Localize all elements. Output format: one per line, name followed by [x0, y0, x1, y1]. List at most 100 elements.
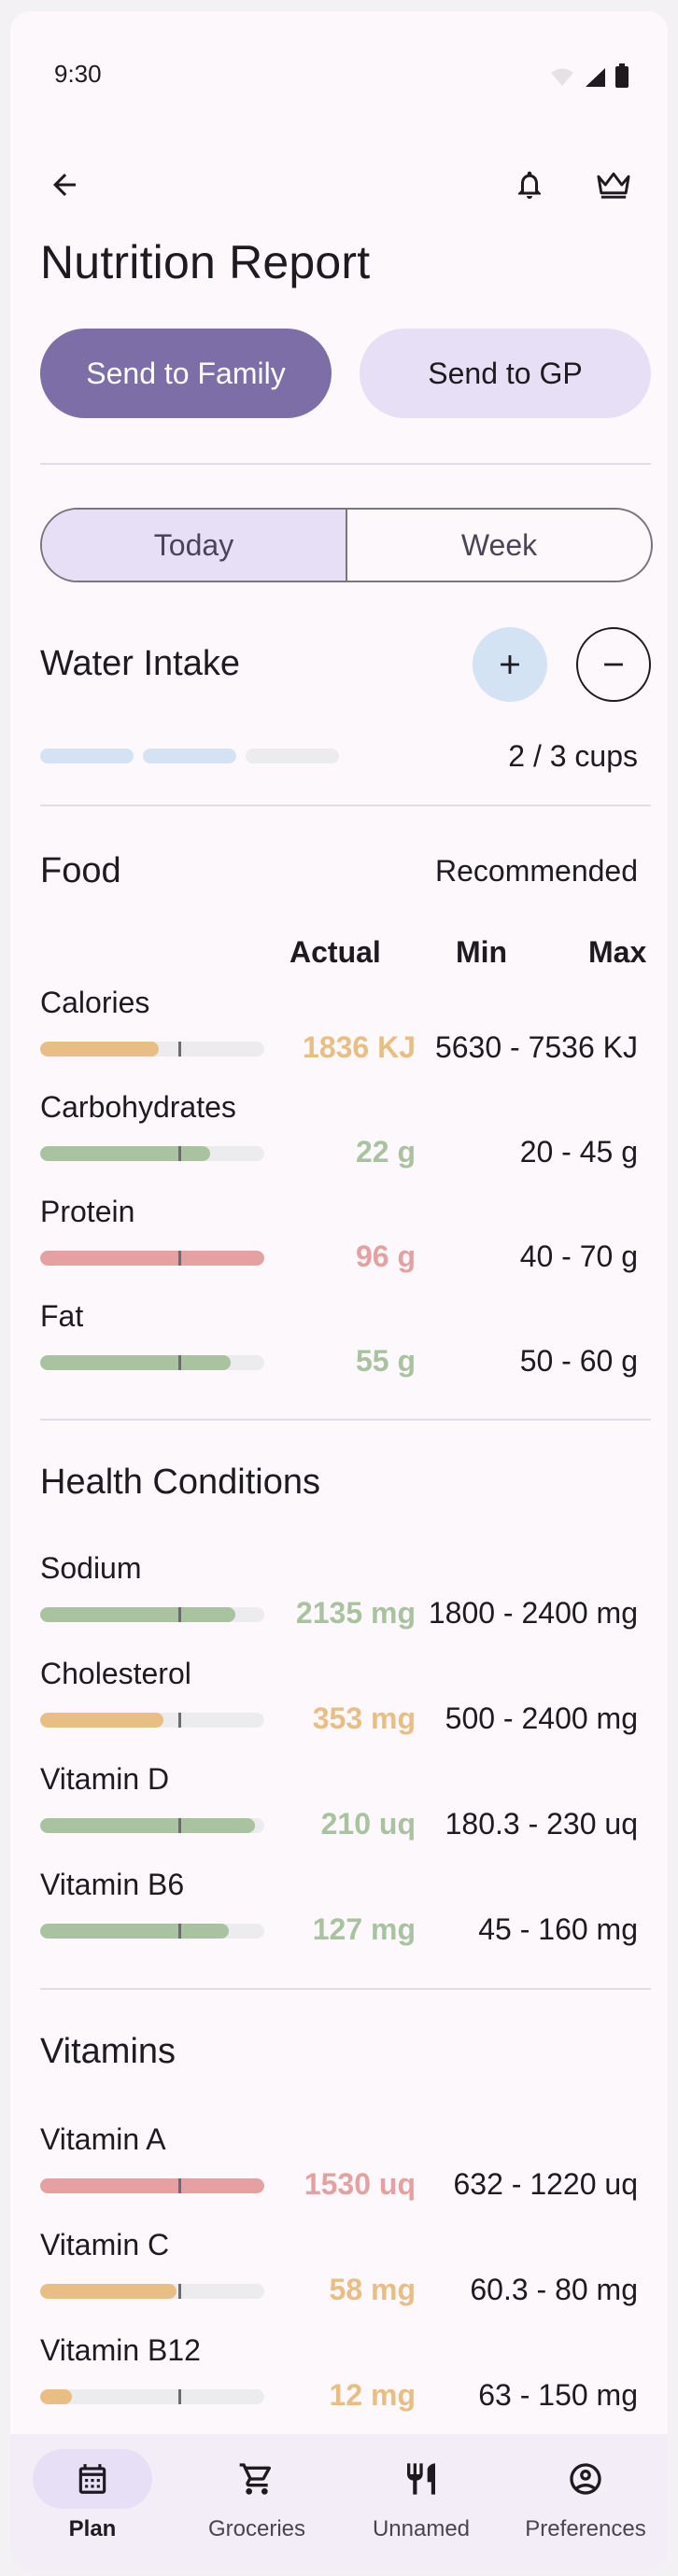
water-intake-value: 2 / 3 cups: [508, 739, 638, 773]
bell-icon: [518, 171, 541, 199]
nutrient-progress-bar: [40, 2389, 264, 2404]
nav-groceries-indicator: [197, 2449, 317, 2509]
nutrient-label: Sodium: [40, 1551, 142, 1585]
nutrient-progress-bar: [40, 1251, 264, 1266]
nutrient-label: Calories: [40, 986, 150, 1019]
divider: [40, 805, 651, 806]
nutrient-recommended-range: 632 - 1220 uq: [453, 2167, 639, 2201]
nutrient-recommended-range: 180.3 - 230 uq: [445, 1807, 638, 1841]
nutrient-label: Vitamin A: [40, 2122, 166, 2156]
nutrient-label: Vitamin D: [40, 1762, 170, 1796]
actual-column-header: Actual: [290, 935, 381, 969]
nutrient-label: Vitamin C: [40, 2228, 170, 2261]
nutrient-recommended-range: 500 - 2400 mg: [445, 1701, 638, 1735]
nutrient-progress-fill: [40, 2389, 72, 2404]
nutrient-actual-value: 55 g: [355, 1344, 416, 1378]
nutrient-actual-value: 1530 uq: [304, 2167, 416, 2201]
nutrient-recommended-range: 63 - 150 mg: [478, 2378, 638, 2412]
nutrient-recommended-range: 50 - 60 g: [519, 1344, 638, 1378]
bottom-navigation: Plan Groceries Unnamed Preferences: [10, 2434, 668, 2570]
recommended-marker: [178, 1042, 181, 1057]
status-time: 9:30: [54, 60, 102, 88]
recommended-marker: [178, 1818, 181, 1833]
account-circle-icon: [570, 2463, 601, 2495]
nutrient-progress-bar: [40, 1713, 264, 1728]
nutrient-progress-fill: [40, 1713, 163, 1728]
divider: [40, 463, 651, 465]
recommended-marker: [178, 2389, 181, 2404]
add-water-button[interactable]: [473, 627, 547, 702]
nutrient-progress-bar: [40, 1042, 264, 1057]
nav-unnamed[interactable]: Unnamed: [339, 2449, 503, 2561]
nutrient-progress-fill: [40, 1607, 235, 1622]
status-icons: [550, 63, 629, 88]
cellular-icon: [586, 68, 605, 87]
nutrient-label: Fat: [40, 1299, 84, 1333]
divider: [40, 1419, 651, 1421]
nutrient-progress-bar: [40, 1355, 264, 1370]
tab-today[interactable]: Today: [42, 510, 347, 581]
nutrient-progress-fill: [40, 2178, 264, 2193]
recommended-marker: [178, 2178, 181, 2193]
water-cup-segment: [143, 749, 236, 763]
premium-button[interactable]: [589, 161, 638, 209]
cart-icon: [239, 2463, 272, 2495]
nav-groceries[interactable]: Groceries: [175, 2449, 339, 2561]
vitamins-title: Vitamins: [40, 2032, 177, 2071]
recommended-marker: [178, 1713, 181, 1728]
nutrient-recommended-range: 20 - 45 g: [519, 1135, 638, 1169]
nutrient-progress-bar: [40, 1146, 264, 1161]
back-button[interactable]: [40, 161, 89, 209]
app-screen: 9:30 Nutrition Report Send to Family Sen…: [10, 11, 668, 2570]
nav-plan-indicator: [33, 2449, 152, 2509]
nutrient-recommended-range: 45 - 160 mg: [478, 1912, 638, 1946]
remove-water-button[interactable]: [576, 627, 651, 702]
nutrient-progress-fill: [40, 1042, 159, 1057]
restaurant-icon: [407, 2463, 435, 2495]
nutrient-progress-bar: [40, 2178, 264, 2193]
nutrient-actual-value: 12 mg: [329, 2378, 416, 2412]
arrow-back-icon: [53, 174, 76, 196]
nutrient-recommended-range: 5630 - 7536 KJ: [434, 1030, 638, 1064]
nutrient-actual-value: 58 mg: [329, 2273, 416, 2306]
nav-unnamed-indicator: [361, 2449, 481, 2509]
water-cup-segment: [40, 749, 134, 763]
nav-plan[interactable]: Plan: [10, 2449, 175, 2561]
divider: [40, 1988, 651, 1990]
nutrient-recommended-range: 40 - 70 g: [519, 1239, 638, 1273]
recommended-marker: [178, 1607, 181, 1622]
status-bar: 9:30: [10, 11, 668, 133]
recommended-marker: [178, 1355, 181, 1370]
nutrient-progress-bar: [40, 2284, 264, 2299]
nutrient-progress-bar: [40, 1818, 264, 1833]
recommended-header: Recommended: [435, 854, 638, 888]
battery-icon: [615, 63, 629, 88]
send-to-family-button[interactable]: Send to Family: [40, 329, 332, 418]
nav-preferences[interactable]: Preferences: [503, 2449, 668, 2561]
send-to-gp-button[interactable]: Send to GP: [360, 329, 651, 418]
tab-week[interactable]: Week: [347, 510, 651, 581]
recommended-marker: [178, 1924, 181, 1939]
nutrient-actual-value: 1836 KJ: [303, 1030, 416, 1064]
nutrient-label: Vitamin B6: [40, 1868, 185, 1901]
nutrient-progress-fill: [40, 1251, 264, 1266]
plus-icon: [501, 655, 519, 674]
food-section-title: Food: [40, 851, 121, 890]
nutrient-label: Cholesterol: [40, 1657, 191, 1690]
nav-preferences-indicator: [526, 2449, 645, 2509]
wifi-icon: [551, 68, 573, 86]
minus-icon: [604, 663, 623, 666]
notifications-button[interactable]: [505, 161, 554, 209]
water-intake-title: Water Intake: [40, 644, 241, 683]
nav-unnamed-label: Unnamed: [372, 2516, 471, 2541]
nav-preferences-label: Preferences: [525, 2516, 646, 2541]
nutrient-progress-fill: [40, 2284, 177, 2299]
max-column-header: Max: [588, 935, 647, 969]
recommended-marker: [178, 2284, 181, 2299]
nutrient-actual-value: 22 g: [355, 1135, 416, 1169]
nutrient-label: Carbohydrates: [40, 1090, 236, 1124]
nutrient-actual-value: 2135 mg: [295, 1596, 416, 1630]
min-column-header: Min: [456, 935, 508, 969]
recommended-marker: [178, 1251, 181, 1266]
nutrient-label: Protein: [40, 1195, 135, 1228]
